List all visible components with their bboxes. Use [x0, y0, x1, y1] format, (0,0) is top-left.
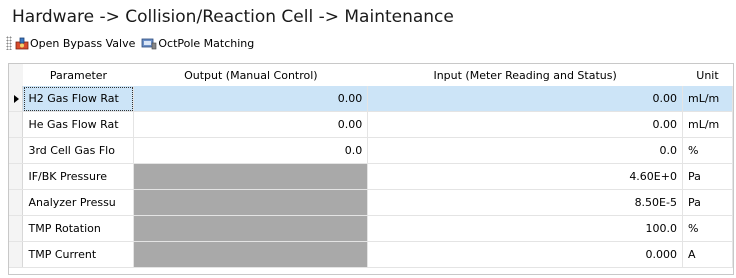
row-selector[interactable] [9, 215, 24, 242]
output-cell-disabled [133, 241, 369, 268]
toolbar: Open Bypass Valve OctPole Matching [6, 34, 260, 52]
row-selector[interactable] [9, 111, 24, 138]
output-cell-disabled [133, 163, 369, 190]
open-bypass-valve-button[interactable]: Open Bypass Valve [15, 37, 135, 50]
unit-cell: mL/m [682, 111, 733, 138]
input-cell: 0.00 [367, 86, 683, 112]
parameter-cell[interactable]: IF/BK Pressure [22, 163, 135, 190]
open-bypass-valve-label: Open Bypass Valve [30, 36, 136, 50]
unit-cell: % [682, 137, 733, 164]
input-cell: 4.60E+0 [367, 163, 683, 190]
row-selector[interactable] [9, 241, 24, 268]
page-title: Hardware -> Collision/Reaction Cell -> M… [12, 7, 454, 27]
unit-cell: Pa [682, 163, 733, 190]
table-row[interactable]: H2 Gas Flow Rat 0.00 0.00 mL/m [9, 86, 733, 112]
grip-icon[interactable] [6, 36, 12, 50]
row-header-corner [9, 64, 23, 86]
row-pointer-icon [14, 94, 19, 103]
input-cell: 0.0 [367, 137, 683, 164]
octpole-matching-label: OctPole Matching [158, 36, 255, 50]
unit-cell: mL/m [682, 86, 733, 112]
header-row: Parameter Output (Manual Control) Input … [9, 64, 733, 86]
octpole-matching-button[interactable]: OctPole Matching [141, 37, 254, 50]
unit-cell: A [682, 241, 733, 268]
row-selector[interactable] [9, 86, 24, 112]
unit-cell: % [682, 215, 733, 242]
parameter-cell[interactable]: He Gas Flow Rat [22, 111, 135, 138]
row-selector[interactable] [9, 163, 24, 190]
input-cell: 8.50E-5 [367, 189, 683, 216]
output-cell-disabled [133, 189, 369, 216]
parameter-cell[interactable]: TMP Current [22, 241, 135, 268]
bypass-valve-icon [15, 37, 29, 49]
parameter-cell[interactable]: H2 Gas Flow Rat [22, 86, 135, 112]
parameter-cell[interactable]: 3rd Cell Gas Flo [22, 137, 135, 164]
column-header-parameter[interactable]: Parameter [22, 64, 134, 86]
table-row[interactable]: 3rd Cell Gas Flo 0.0 0.0 % [9, 137, 733, 164]
row-selector[interactable] [9, 189, 24, 216]
output-cell[interactable]: 0.0 [133, 137, 369, 164]
input-cell: 0.00 [367, 111, 683, 138]
output-cell-disabled [133, 215, 369, 242]
table-row[interactable]: TMP Rotation 100.0 % [9, 215, 733, 242]
octpole-icon [141, 38, 157, 49]
output-cell[interactable]: 0.00 [133, 111, 369, 138]
table-row[interactable]: Analyzer Pressu 8.50E-5 Pa [9, 189, 733, 216]
parameter-cell[interactable]: TMP Rotation [22, 215, 135, 242]
column-header-unit[interactable]: Unit [682, 64, 733, 86]
parameter-grid[interactable]: Parameter Output (Manual Control) Input … [8, 63, 734, 275]
output-cell[interactable]: 0.00 [133, 86, 369, 112]
column-header-input[interactable]: Input (Meter Reading and Status) [367, 64, 683, 86]
parameter-cell[interactable]: Analyzer Pressu [22, 189, 135, 216]
table-row[interactable]: TMP Current 0.000 A [9, 241, 733, 268]
row-selector[interactable] [9, 137, 24, 164]
input-cell: 0.000 [367, 241, 683, 268]
input-cell: 100.0 [367, 215, 683, 242]
unit-cell: Pa [682, 189, 733, 216]
table-row[interactable]: IF/BK Pressure 4.60E+0 Pa [9, 163, 733, 190]
column-header-output[interactable]: Output (Manual Control) [133, 64, 368, 86]
table-row[interactable]: He Gas Flow Rat 0.00 0.00 mL/m [9, 111, 733, 138]
